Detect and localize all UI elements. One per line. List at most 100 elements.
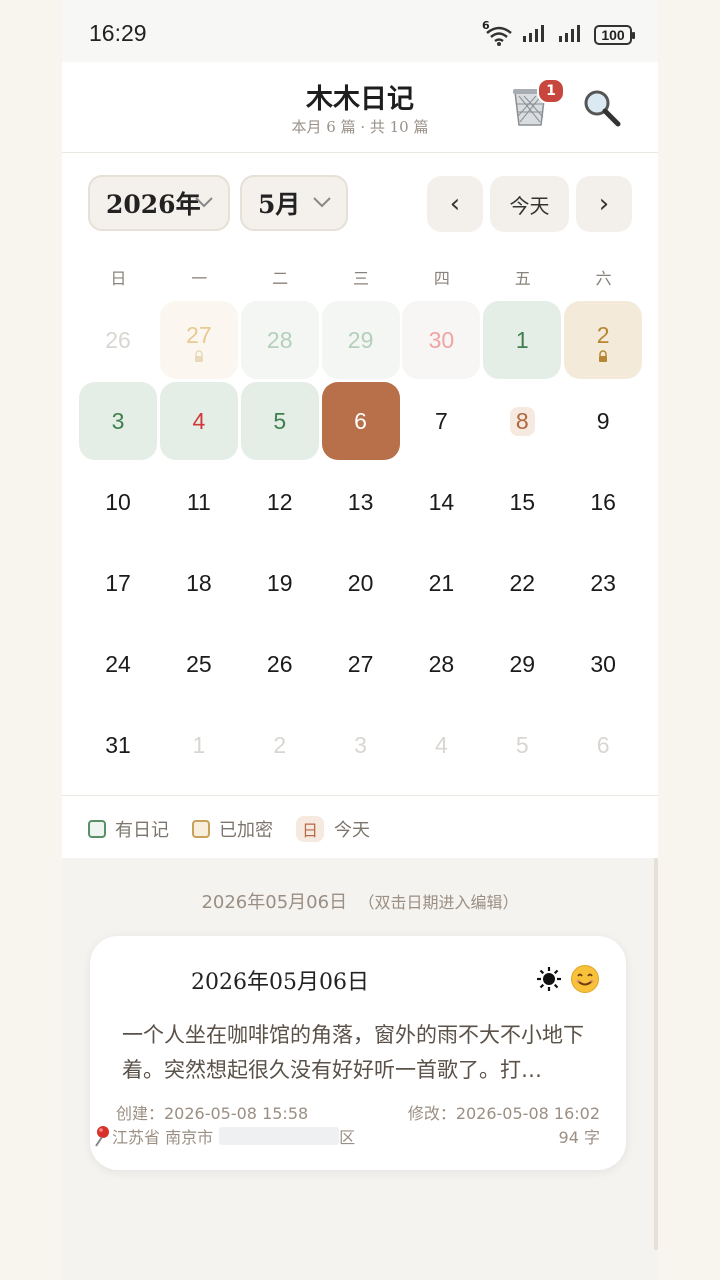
calendar-day-number: 30 [428,326,455,353]
trash-count-badge: 1 [537,78,565,104]
sun-icon [536,966,562,998]
calendar-day-number: 3 [354,731,367,758]
calendar-day[interactable]: 19 [241,544,319,622]
diary-card[interactable]: 2026年05月06日 一个人坐在咖啡馆的角落，窗外的雨不大不小地下着。突然想起… [90,936,626,1170]
double-click-hint: （双击日期进入编辑） [358,893,519,912]
network-label: 6 [482,19,490,32]
calendar-day-number: 23 [590,569,616,596]
calendar-day-number: 4 [435,731,448,758]
entry-count: 本月 6 篇 · 共 10 篇 [291,118,429,136]
calendar-day[interactable]: 26 [79,301,157,379]
calendar-day[interactable]: 3 [322,706,400,784]
calendar-day-number: 9 [596,407,610,434]
calendar-day[interactable]: 6 [564,706,642,784]
calendar-day-number: 6 [354,407,367,434]
calendar-day-number: 3 [111,407,125,434]
calendar-day[interactable]: 2 [564,301,643,379]
calendar-day-number: 28 [428,650,455,677]
month-select-value: 5月 [258,190,301,219]
calendar-day[interactable]: 11 [160,463,238,541]
scrollbar[interactable] [654,858,658,1250]
calendar-day[interactable]: 12 [241,463,319,541]
entry-list-area: 2026年05月06日 （双击日期进入编辑） 2026年05月06日 一个人坐在… [62,858,658,1280]
signal-icon-2 [558,23,584,47]
calendar-day[interactable]: 17 [79,544,157,622]
calendar-day-number: 21 [428,569,455,596]
calendar-day[interactable]: 1 [160,706,238,784]
calendar-day-number: 1 [192,731,206,758]
calendar-day[interactable]: 2 [241,706,319,784]
calendar-day[interactable]: 15 [483,463,561,541]
app-title: 木木日记 [306,84,414,115]
calendar-day[interactable]: 5 [483,706,561,784]
calendar-day[interactable]: 9 [564,382,642,460]
calendar-day[interactable]: 30 [402,301,481,379]
calendar-day[interactable]: 25 [160,625,238,703]
calendar-day[interactable]: 6 [321,382,400,460]
selected-date: 2026年05月06日 [201,892,348,913]
today-swatch: 日 [296,816,324,842]
today-button[interactable]: 今天 [490,176,569,232]
word-count: 94 字 [558,1128,600,1147]
calendar-day-number: 29 [509,650,536,677]
calendar-day[interactable]: 23 [564,544,642,622]
status-icons: 6 100 [482,19,635,48]
locked-swatch [192,820,210,838]
lock-icon [193,349,205,365]
calendar-day[interactable]: 27 [159,301,238,379]
calendar-day-number: 13 [347,488,374,515]
search-button[interactable] [582,88,622,128]
calendar-day[interactable]: 7 [402,382,480,460]
calendar-day[interactable]: 29 [483,625,561,703]
calendar-day[interactable]: 20 [322,544,400,622]
status-time: 16:29 [89,20,147,46]
prev-month-button[interactable]: ‹ [427,176,483,232]
calendar-day[interactable]: 4 [402,706,480,784]
calendar-day[interactable]: 4 [159,382,238,460]
calendar-day[interactable]: 3 [79,382,157,460]
calendar-day[interactable]: 22 [483,544,561,622]
calendar-day[interactable]: 18 [160,544,238,622]
card-date: 2026年05月06日 [191,970,369,995]
calendar-day-number: 30 [590,650,616,677]
calendar-day[interactable]: 5 [240,382,319,460]
calendar-day-number: 29 [347,326,374,353]
year-select[interactable]: 2026年 [88,175,230,231]
signal-icon [522,23,548,47]
calendar-day-number: 5 [273,407,287,434]
calendar-day-number: 27 [186,321,212,348]
calendar-day[interactable]: 28 [402,625,480,703]
pin-icon [95,1126,109,1147]
app-screen: 16:29 6 100 木木日记 本月 6 篇 · 共 10 篇 1 2026年… [62,0,658,1280]
calendar-day-number: 27 [347,650,374,677]
next-month-button[interactable]: › [576,176,632,232]
calendar-day[interactable]: 14 [402,463,480,541]
calendar-day[interactable]: 31 [79,706,157,784]
calendar-day[interactable]: 10 [79,463,157,541]
card-excerpt: 一个人坐在咖啡馆的角落，窗外的雨不大不小地下着。突然想起很久没有好好听一首歌了。… [122,1023,584,1082]
calendar-day[interactable]: 13 [322,463,400,541]
smile-icon [570,964,600,994]
calendar-day-number: 22 [509,569,536,596]
calendar-day-number: 15 [509,488,536,515]
weekday-label: 三 [353,269,370,288]
calendar-day[interactable]: 28 [240,301,319,379]
calendar-day[interactable]: 26 [241,625,319,703]
calendar-day-number: 11 [186,488,211,515]
year-select-value: 2026年 [106,190,201,219]
diary-swatch [88,820,106,838]
calendar-day[interactable]: 30 [564,625,642,703]
calendar-day[interactable]: 16 [564,463,642,541]
weekday-label: 四 [433,269,450,288]
calendar-day[interactable]: 21 [402,544,480,622]
calendar-day[interactable]: 8 [483,382,561,460]
calendar-day[interactable]: 29 [321,301,400,379]
calendar-day[interactable]: 1 [483,301,562,379]
calendar-day-number: 12 [266,488,293,515]
month-select[interactable]: 5月 [240,175,348,231]
calendar-day[interactable]: 24 [79,625,157,703]
calendar-day[interactable]: 27 [322,625,400,703]
calendar-day-number: 31 [105,731,131,758]
card-location: 江苏省 南京市 区 [92,1124,355,1148]
legend: 有日记 已加密 日 今天 [62,795,658,858]
